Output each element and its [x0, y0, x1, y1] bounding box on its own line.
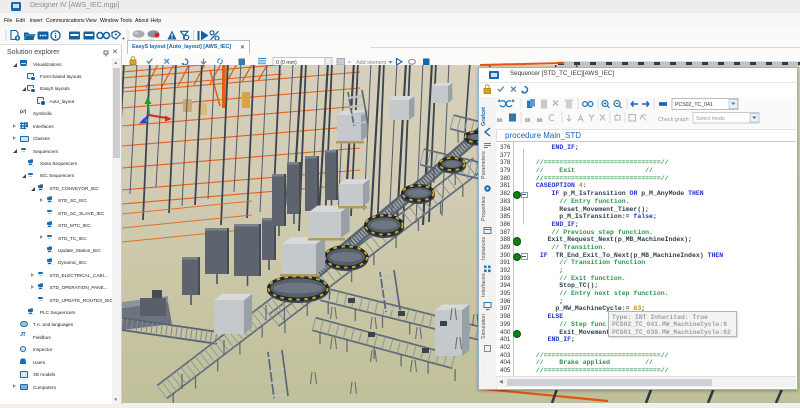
svg-text:16: 16	[537, 118, 543, 123]
svg-text:16: 16	[497, 118, 503, 123]
svg-text:PCS02_TC_041: PCS02_TC_041	[675, 102, 713, 108]
svg-text:16: 16	[525, 118, 531, 123]
svg-text:Select mode: Select mode	[696, 116, 725, 122]
svg-text:Check graph: Check graph	[658, 117, 689, 123]
